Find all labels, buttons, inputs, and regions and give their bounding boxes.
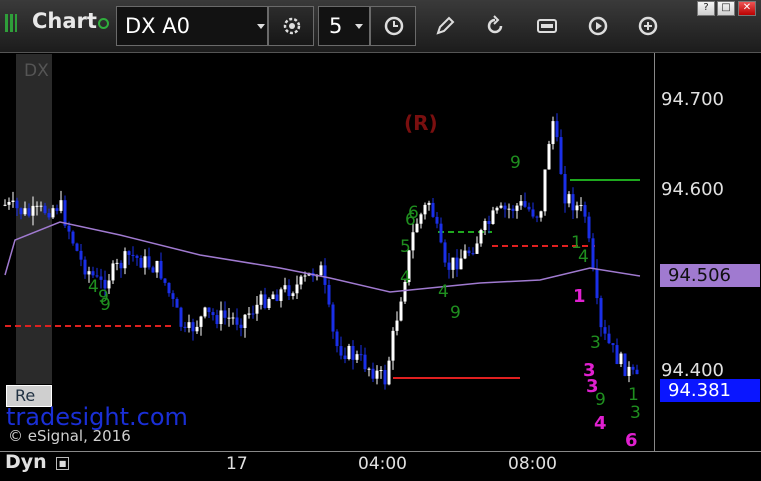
price-tick-94-700: 94.700 xyxy=(661,89,724,110)
time-tick-17: 17 xyxy=(226,454,248,474)
price-tick-94-600: 94.600 xyxy=(661,179,724,200)
interval-value: 5 xyxy=(329,14,343,38)
interval-settings-button[interactable] xyxy=(370,6,416,46)
gear-icon xyxy=(283,17,301,35)
price-tick-94-400: 94.400 xyxy=(661,360,724,381)
lock-icon[interactable]: ■ xyxy=(56,457,69,470)
chevron-down-icon[interactable] xyxy=(355,24,363,29)
symbol-value: DX A0 xyxy=(125,14,190,38)
chart-toolbar: Chart DX A0 5 ? □ ✕ xyxy=(0,0,761,53)
interval-input[interactable]: 5 xyxy=(318,6,370,46)
pencil-icon[interactable] xyxy=(433,14,457,38)
get-data-icon[interactable] xyxy=(535,14,559,38)
chevron-down-icon[interactable] xyxy=(257,24,265,29)
session-shade xyxy=(16,54,52,384)
clock-icon xyxy=(384,16,404,36)
ma-value-tag: 94.506 xyxy=(660,264,760,287)
help-button[interactable]: ? xyxy=(697,1,715,16)
current-price-tag: 94.381 xyxy=(660,379,760,402)
symbol-overlay: DX xyxy=(24,61,49,81)
refresh-icon[interactable] xyxy=(483,14,507,38)
marker-r-label: (R) xyxy=(404,111,438,135)
menu-circle-icon[interactable] xyxy=(636,14,660,38)
close-button[interactable]: ✕ xyxy=(738,1,756,16)
time-tick-0800: 08:00 xyxy=(508,454,557,474)
window-title: Chart xyxy=(32,9,97,33)
copyright-text: © eSignal, 2016 xyxy=(8,427,131,445)
maximize-button[interactable]: □ xyxy=(717,1,735,16)
chart-plot-area[interactable] xyxy=(0,53,654,451)
symbol-settings-button[interactable] xyxy=(268,6,314,46)
link-status-icon[interactable] xyxy=(98,18,109,29)
link-grip-icon[interactable] xyxy=(5,14,17,32)
symbol-input[interactable]: DX A0 xyxy=(116,6,268,46)
time-tick-0400: 04:00 xyxy=(358,454,407,474)
time-axis-mode[interactable]: Dyn xyxy=(5,451,47,473)
play-icon[interactable] xyxy=(586,14,610,38)
